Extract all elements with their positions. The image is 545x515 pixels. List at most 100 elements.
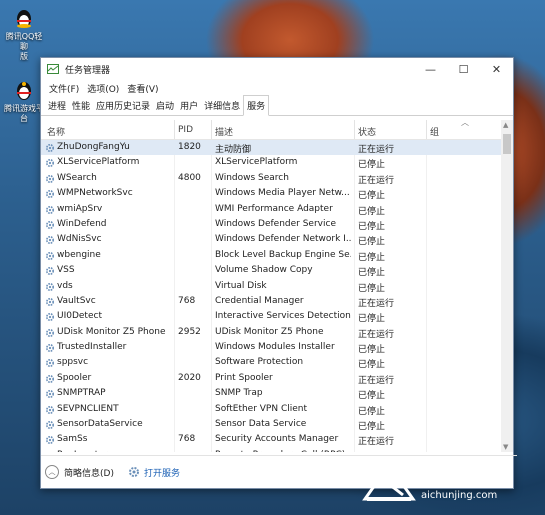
column-header-description[interactable]: 描述 [215,125,233,138]
table-row[interactable]: TrustedInstaller Windows Modules Installe… [41,340,501,355]
service-status: 正在运行 [358,175,395,186]
service-description: Volume Shadow Copy [215,265,313,276]
tab-processes[interactable]: 进程 [45,96,69,115]
close-button[interactable]: ✕ [480,58,513,80]
scrollbar-thumb[interactable] [503,134,511,154]
service-name: SensorDataService [57,419,143,430]
service-gear-icon [45,436,55,445]
title-bar[interactable]: 任务管理器 — ☐ ✕ [41,58,513,80]
service-name: Spooler [57,372,92,383]
service-description: Virtual Disk [215,280,267,291]
service-pid: 1820 [178,142,201,152]
table-row[interactable]: WSearch 4800 Windows Search 正在运行 [41,171,501,186]
service-status: 已停止 [358,345,386,356]
table-row[interactable]: WinDefend Windows Defender Service 已停止 [41,217,501,232]
service-gear-icon [45,159,55,168]
table-row[interactable]: wbengine Block Level Backup Engine Se... 已… [41,248,501,263]
table-row[interactable]: UI0Detect Interactive Services Detection 已… [41,309,501,324]
tab-services[interactable]: 服务 [243,95,270,116]
tab-startup[interactable]: 启动 [153,96,177,115]
service-name: wmiApSrv [57,203,103,214]
window-title: 任务管理器 [65,65,111,76]
service-description: Software Protection [215,357,304,368]
service-name: WinDefend [57,218,107,229]
service-status: 正在运行 [358,298,395,309]
table-row[interactable]: UDisk Monitor Z5 Phone 2952 UDisk Monitor … [41,325,501,340]
open-services-link[interactable]: 打开服务 [144,466,180,479]
table-row[interactable]: Spooler 2020 Print Spooler 正在运行 [41,371,501,386]
service-name: TrustedInstaller [57,342,127,353]
service-gear-icon [45,220,55,229]
service-name: WSearch [57,172,97,183]
service-gear-icon [45,390,55,399]
service-status: 已停止 [358,283,386,294]
column-header-group[interactable]: 组 [430,125,439,138]
service-name: vds [57,280,73,291]
service-pid: 768 [178,434,196,445]
table-row[interactable]: vds Virtual Disk 已停止 [41,279,501,294]
table-row[interactable]: VaultSvc 768 Credential Manager 正在运行 [41,294,501,309]
sort-up-icon: ︿ [461,118,469,127]
service-gear-icon [45,421,55,430]
table-row[interactable]: VSS Volume Shadow Copy 已停止 [41,263,501,278]
maximize-button[interactable]: ☐ [447,58,480,80]
scroll-up-arrow-icon[interactable]: ▲ [503,121,508,129]
vertical-scrollbar[interactable]: ▲ ▼ [501,120,513,452]
service-description: Remote Procedure Call (RPC)... [215,450,351,452]
service-gear-icon [45,174,55,183]
task-manager-window: 任务管理器 — ☐ ✕ 文件(F) 选项(O) 查看(V) 进程 性能 应用历史… [40,57,517,489]
service-gear-icon [45,405,55,414]
column-header-pid[interactable]: PID [178,125,193,135]
table-row[interactable]: SensorDataService Sensor Data Service 已停止 [41,417,501,432]
tab-app-history[interactable]: 应用历史记录 [93,96,153,115]
service-name: XLServicePlatform [57,157,140,168]
tab-bar: 进程 性能 应用历史记录 启动 用户 详细信息 服务 [41,95,513,116]
table-row[interactable]: sppsvc Software Protection 已停止 [41,355,501,370]
service-gear-icon [45,267,55,276]
service-description: Sensor Data Service [215,419,307,430]
tab-performance[interactable]: 性能 [69,96,93,115]
column-header-status[interactable]: 状态 [358,125,376,138]
tab-users[interactable]: 用户 [177,96,201,115]
menu-options[interactable]: 选项(O) [83,82,123,95]
service-name: wbengine [57,249,101,260]
menu-file[interactable]: 文件(F) [45,82,83,95]
service-description: Windows Defender Service [215,218,336,229]
less-details-button[interactable]: 简略信息(D) [64,466,114,479]
service-gear-icon [45,190,55,199]
table-row[interactable]: SNMPTRAP SNMP Trap 已停止 [41,386,501,401]
service-gear-icon [45,205,55,214]
table-row[interactable]: wmiApSrv WMI Performance Adapter 已停止 [41,202,501,217]
scroll-down-arrow-icon[interactable]: ▼ [503,443,508,451]
service-gear-icon [45,251,55,260]
service-status: 已停止 [358,191,386,202]
menu-view[interactable]: 查看(V) [123,82,162,95]
services-gear-icon [128,467,139,477]
table-row[interactable]: WdNisSvc Windows Defender Network I... 已停止 [41,232,501,247]
service-description: UDisk Monitor Z5 Phone [215,326,324,337]
service-name: WMPNetworkSvc [57,188,133,199]
table-row[interactable]: ZhuDongFangYu 1820 主动防御 正在运行 [41,140,501,156]
service-description: Block Level Backup Engine Se... [215,249,351,260]
service-gear-icon [48,451,52,452]
service-gear-icon [45,143,55,153]
tab-details[interactable]: 详细信息 [201,96,243,115]
chevron-up-icon[interactable]: ︿ [45,465,59,479]
service-description: XLServicePlatform [215,157,298,168]
table-row[interactable]: SamSs 768 Security Accounts Manager 正在运行 [41,432,501,447]
table-row[interactable]: WMPNetworkSvc Windows Media Player Netw..… [41,186,501,201]
service-status: 已停止 [358,268,386,279]
table-row[interactable]: XLServicePlatform XLServicePlatform 已停止 [41,155,501,170]
service-name: VaultSvc [57,295,96,306]
minimize-button[interactable]: — [414,58,447,80]
service-gear-icon [45,313,55,322]
service-status: 正在运行 [358,329,395,340]
watermark-site: aichunjing.com [421,490,498,501]
table-row[interactable]: SEVPNCLIENT SoftEther VPN Client 已停止 [41,402,501,417]
service-description: Credential Manager [215,295,304,306]
column-header-name[interactable]: 名称 [47,125,65,138]
service-pid: 2020 [178,372,201,383]
service-status: 正在运行 [358,437,395,448]
desktop-icon-qq[interactable]: 腾讯QQ轻聊版 [2,8,46,62]
service-gear-icon [45,236,55,245]
